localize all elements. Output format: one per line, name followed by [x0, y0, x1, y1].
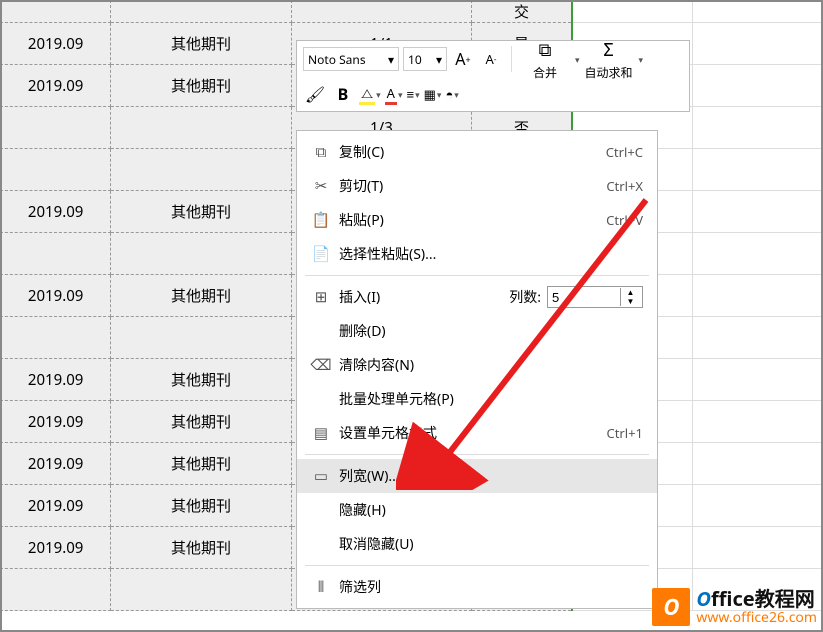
autosum-button[interactable]: Σ 自动求和	[584, 38, 634, 81]
cell[interactable]: 2019.09	[1, 485, 111, 527]
cell[interactable]	[692, 275, 822, 317]
sigma-icon: Σ	[603, 38, 613, 62]
cell[interactable]: 其他期刊	[111, 443, 291, 485]
format-cells-icon: ▤	[309, 423, 333, 443]
menu-insert[interactable]: ⊞ 插入(I) 列数: ▲▼	[297, 280, 657, 314]
menu-copy[interactable]: ⧉ 复制(C) Ctrl+C	[297, 135, 657, 169]
column-count-input[interactable]	[548, 290, 620, 305]
increase-font-icon[interactable]: A+	[451, 47, 475, 71]
decrease-font-icon[interactable]: A-	[479, 47, 503, 71]
menu-filter-column[interactable]: ⫴ 筛选列	[297, 570, 657, 604]
menu-delete[interactable]: · 删除(D)	[297, 314, 657, 348]
cell[interactable]: 2019.09	[1, 359, 111, 401]
cell[interactable]: 2019.09	[1, 443, 111, 485]
watermark: O Office教程网 www.office26.com	[652, 588, 817, 626]
font-name-value: Noto Sans	[308, 51, 366, 68]
cell[interactable]: 2019.09	[1, 401, 111, 443]
cell[interactable]	[111, 233, 291, 275]
insert-icon: ⊞	[309, 287, 333, 307]
cell[interactable]: 2019.09	[1, 23, 111, 65]
cell[interactable]	[692, 107, 822, 149]
cell[interactable]: 其他期刊	[111, 191, 291, 233]
cell[interactable]: 其他期刊	[111, 401, 291, 443]
align-icon: ≡	[406, 85, 414, 103]
font-size-value: 10	[408, 51, 422, 68]
insert-col-label: 列数:	[509, 287, 541, 307]
align-button[interactable]: ≡▾	[406, 85, 419, 103]
cell[interactable]: 其他期刊	[111, 65, 291, 107]
cell[interactable]	[692, 149, 822, 191]
merge-dropdown[interactable]: ▾	[574, 53, 580, 66]
cell[interactable]: 2019.09	[1, 527, 111, 569]
cell[interactable]	[1, 569, 111, 611]
cell[interactable]	[111, 149, 291, 191]
font-size-select[interactable]: 10 ▾	[403, 47, 447, 71]
cell[interactable]	[692, 443, 822, 485]
clipboard-special-icon: 📄	[309, 244, 333, 264]
scissors-icon: ✂	[309, 176, 333, 196]
cell[interactable]	[1, 107, 111, 149]
spinner-down-icon[interactable]: ▼	[621, 297, 640, 306]
highlight-button[interactable]: ⧍▾	[359, 84, 381, 105]
chevron-down-icon: ▾	[436, 51, 442, 68]
menu-paste-special[interactable]: 📄 选择性粘贴(S)...	[297, 237, 657, 271]
header-cell: 交	[472, 1, 572, 23]
autosum-dropdown[interactable]: ▾	[638, 53, 644, 66]
clipboard-icon: 📋	[309, 210, 333, 230]
bold-button[interactable]: B	[331, 82, 355, 106]
cell[interactable]: 2019.09	[1, 65, 111, 107]
merge-button[interactable]: ⧉ 合并	[520, 38, 570, 81]
bucket-icon: ◓	[445, 85, 453, 103]
cell[interactable]: 其他期刊	[111, 275, 291, 317]
watermark-logo: O	[652, 588, 690, 626]
cell[interactable]	[1, 233, 111, 275]
mini-toolbar: Noto Sans ▾ 10 ▾ A+ A- ⧉ 合并 ▾ Σ 自动求和 ▾ 🖌…	[296, 40, 690, 112]
cell[interactable]	[692, 65, 822, 107]
cell[interactable]	[692, 23, 822, 65]
cell[interactable]	[1, 149, 111, 191]
menu-clear[interactable]: ⌫ 清除内容(N)	[297, 348, 657, 382]
cell[interactable]	[692, 485, 822, 527]
column-count-spinner[interactable]: ▲▼	[547, 286, 643, 308]
menu-cut[interactable]: ✂ 剪切(T) Ctrl+X	[297, 169, 657, 203]
watermark-url: www.office26.com	[696, 610, 817, 625]
menu-batch[interactable]: · 批量处理单元格(P)	[297, 382, 657, 416]
cell[interactable]: 其他期刊	[111, 485, 291, 527]
cell[interactable]: 2019.09	[1, 191, 111, 233]
cell[interactable]	[692, 317, 822, 359]
cell[interactable]	[1, 317, 111, 359]
chevron-down-icon: ▾	[388, 51, 394, 68]
column-width-icon: ▭	[309, 466, 333, 486]
cell[interactable]	[111, 317, 291, 359]
watermark-title: Office教程网	[696, 588, 817, 610]
format-painter-icon[interactable]: 🖌	[303, 82, 327, 106]
cell[interactable]: 其他期刊	[111, 527, 291, 569]
cell[interactable]: 2019.09	[1, 275, 111, 317]
borders-button[interactable]: ▦▾	[424, 85, 442, 103]
cell[interactable]	[692, 191, 822, 233]
menu-unhide[interactable]: · 取消隐藏(U)	[297, 527, 657, 561]
menu-format-cells[interactable]: ▤ 设置单元格格式 Ctrl+1	[297, 416, 657, 450]
copy-icon: ⧉	[309, 142, 333, 162]
cell[interactable]	[692, 401, 822, 443]
merge-icon: ⧉	[539, 38, 552, 62]
eraser-icon: ⌫	[309, 355, 333, 375]
cell[interactable]	[111, 107, 291, 149]
cell[interactable]	[692, 359, 822, 401]
font-color-button[interactable]: A▾	[385, 84, 403, 105]
font-name-select[interactable]: Noto Sans ▾	[303, 47, 399, 71]
cell[interactable]: 其他期刊	[111, 23, 291, 65]
cell[interactable]: 其他期刊	[111, 359, 291, 401]
cell[interactable]	[111, 569, 291, 611]
menu-hide[interactable]: · 隐藏(H)	[297, 493, 657, 527]
borders-icon: ▦	[424, 85, 436, 103]
menu-paste[interactable]: 📋 粘贴(P) Ctrl+V	[297, 203, 657, 237]
menu-column-width[interactable]: ▭ 列宽(W)...	[297, 459, 657, 493]
cell[interactable]	[692, 233, 822, 275]
context-menu: ⧉ 复制(C) Ctrl+C ✂ 剪切(T) Ctrl+X 📋 粘贴(P) Ct…	[296, 130, 658, 609]
filter-icon: ⫴	[309, 577, 333, 597]
cell[interactable]	[692, 527, 822, 569]
fill-color-button[interactable]: ◓▾	[445, 85, 458, 103]
